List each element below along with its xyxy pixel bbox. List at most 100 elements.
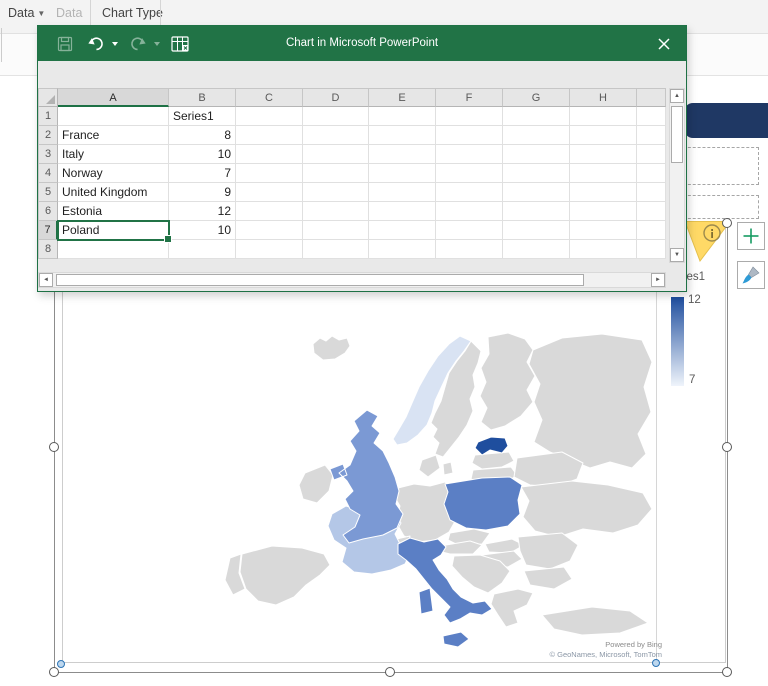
row-header-3[interactable]: 3: [38, 145, 58, 164]
vertical-scroll-thumb[interactable]: [671, 106, 683, 163]
row-header-6[interactable]: 6: [38, 202, 58, 221]
fill-handle[interactable]: [164, 235, 172, 243]
resize-handle-left[interactable]: [49, 442, 59, 452]
resize-handle-right[interactable]: [722, 442, 732, 452]
cell-E1[interactable]: [369, 107, 436, 126]
row-header-2[interactable]: 2: [38, 126, 58, 145]
map-region-poland[interactable]: [444, 477, 522, 530]
column-header-F[interactable]: F: [436, 88, 503, 107]
column-header-D[interactable]: D: [303, 88, 369, 107]
close-button[interactable]: [652, 32, 676, 56]
cell-E7[interactable]: [369, 221, 436, 240]
select-all-cell[interactable]: [38, 88, 58, 107]
ribbon-item-data-dropdown[interactable]: Data▼: [8, 6, 45, 20]
cell-H5[interactable]: [570, 183, 637, 202]
cell-H1[interactable]: [570, 107, 637, 126]
cell-X4[interactable]: [637, 164, 666, 183]
cell-B5[interactable]: 9: [169, 183, 236, 202]
cell-G5[interactable]: [503, 183, 570, 202]
cell-C8[interactable]: [236, 240, 303, 259]
cell-G1[interactable]: [503, 107, 570, 126]
column-header-blank[interactable]: [637, 88, 666, 107]
cell-F5[interactable]: [436, 183, 503, 202]
legend-gradient-bar[interactable]: [671, 297, 684, 386]
cell-C5[interactable]: [236, 183, 303, 202]
cell-D2[interactable]: [303, 126, 369, 145]
row-header-8[interactable]: 8: [38, 240, 58, 259]
cell-A1[interactable]: [58, 107, 169, 126]
cell-E4[interactable]: [369, 164, 436, 183]
cell-H6[interactable]: [570, 202, 637, 221]
ribbon-item-chart-type[interactable]: Chart Type: [102, 6, 163, 20]
column-header-C[interactable]: C: [236, 88, 303, 107]
row-header-4[interactable]: 4: [38, 164, 58, 183]
slide-placeholder-2[interactable]: [683, 195, 759, 219]
cell-F7[interactable]: [436, 221, 503, 240]
cell-H3[interactable]: [570, 145, 637, 164]
plot-handle-bottom-right[interactable]: [652, 659, 660, 667]
cell-D8[interactable]: [303, 240, 369, 259]
scroll-left-arrow[interactable]: ◄: [39, 273, 53, 287]
cell-X2[interactable]: [637, 126, 666, 145]
resize-handle-bottom-left[interactable]: [49, 667, 59, 677]
cell-B4[interactable]: 7: [169, 164, 236, 183]
cell-A3[interactable]: Italy: [58, 145, 169, 164]
cell-H7[interactable]: [570, 221, 637, 240]
cell-D1[interactable]: [303, 107, 369, 126]
europe-map-chart[interactable]: [62, 292, 726, 663]
horizontal-scroll-thumb[interactable]: [56, 274, 584, 286]
cell-C2[interactable]: [236, 126, 303, 145]
cell-A6[interactable]: Estonia: [58, 202, 169, 221]
cell-X8[interactable]: [637, 240, 666, 259]
row-header-1[interactable]: 1: [38, 107, 58, 126]
row-header-5[interactable]: 5: [38, 183, 58, 202]
cell-D3[interactable]: [303, 145, 369, 164]
cell-G7[interactable]: [503, 221, 570, 240]
horizontal-scrollbar[interactable]: ◄ ►: [38, 272, 666, 288]
slide-title-shape[interactable]: [684, 103, 768, 138]
row-header-7[interactable]: 7: [38, 221, 58, 240]
cell-X3[interactable]: [637, 145, 666, 164]
scroll-right-arrow[interactable]: ►: [651, 273, 665, 287]
chart-elements-button[interactable]: [737, 222, 765, 250]
cell-G2[interactable]: [503, 126, 570, 145]
plot-handle-bottom-left[interactable]: [57, 660, 65, 668]
cell-H4[interactable]: [570, 164, 637, 183]
cell-C6[interactable]: [236, 202, 303, 221]
cell-C3[interactable]: [236, 145, 303, 164]
cell-B2[interactable]: 8: [169, 126, 236, 145]
cell-G3[interactable]: [503, 145, 570, 164]
scroll-up-arrow[interactable]: ▲: [670, 89, 684, 103]
resize-handle-top-right[interactable]: [722, 218, 732, 228]
cell-X6[interactable]: [637, 202, 666, 221]
cell-F8[interactable]: [436, 240, 503, 259]
column-header-E[interactable]: E: [369, 88, 436, 107]
cell-E5[interactable]: [369, 183, 436, 202]
cell-A5[interactable]: United Kingdom: [58, 183, 169, 202]
dialog-titlebar[interactable]: Chart in Microsoft PowerPoint: [38, 26, 686, 61]
cell-C1[interactable]: [236, 107, 303, 126]
cell-F4[interactable]: [436, 164, 503, 183]
cell-B6[interactable]: 12: [169, 202, 236, 221]
cell-F1[interactable]: [436, 107, 503, 126]
cell-A8[interactable]: [58, 240, 169, 259]
cell-E8[interactable]: [369, 240, 436, 259]
column-header-A[interactable]: A: [58, 88, 169, 107]
resize-handle-bottom[interactable]: [385, 667, 395, 677]
map-region-italy[interactable]: [398, 538, 492, 647]
cell-H8[interactable]: [570, 240, 637, 259]
cell-H2[interactable]: [570, 126, 637, 145]
cell-F2[interactable]: [436, 126, 503, 145]
cell-X5[interactable]: [637, 183, 666, 202]
cell-G8[interactable]: [503, 240, 570, 259]
cell-D7[interactable]: [303, 221, 369, 240]
map-region-estonia[interactable]: [475, 437, 508, 455]
cell-A7[interactable]: Poland: [58, 221, 169, 240]
chart-styles-button[interactable]: [737, 261, 765, 289]
cell-X1[interactable]: [637, 107, 666, 126]
cell-X7[interactable]: [637, 221, 666, 240]
column-header-H[interactable]: H: [570, 88, 637, 107]
cell-F6[interactable]: [436, 202, 503, 221]
cell-A2[interactable]: France: [58, 126, 169, 145]
cell-A4[interactable]: Norway: [58, 164, 169, 183]
